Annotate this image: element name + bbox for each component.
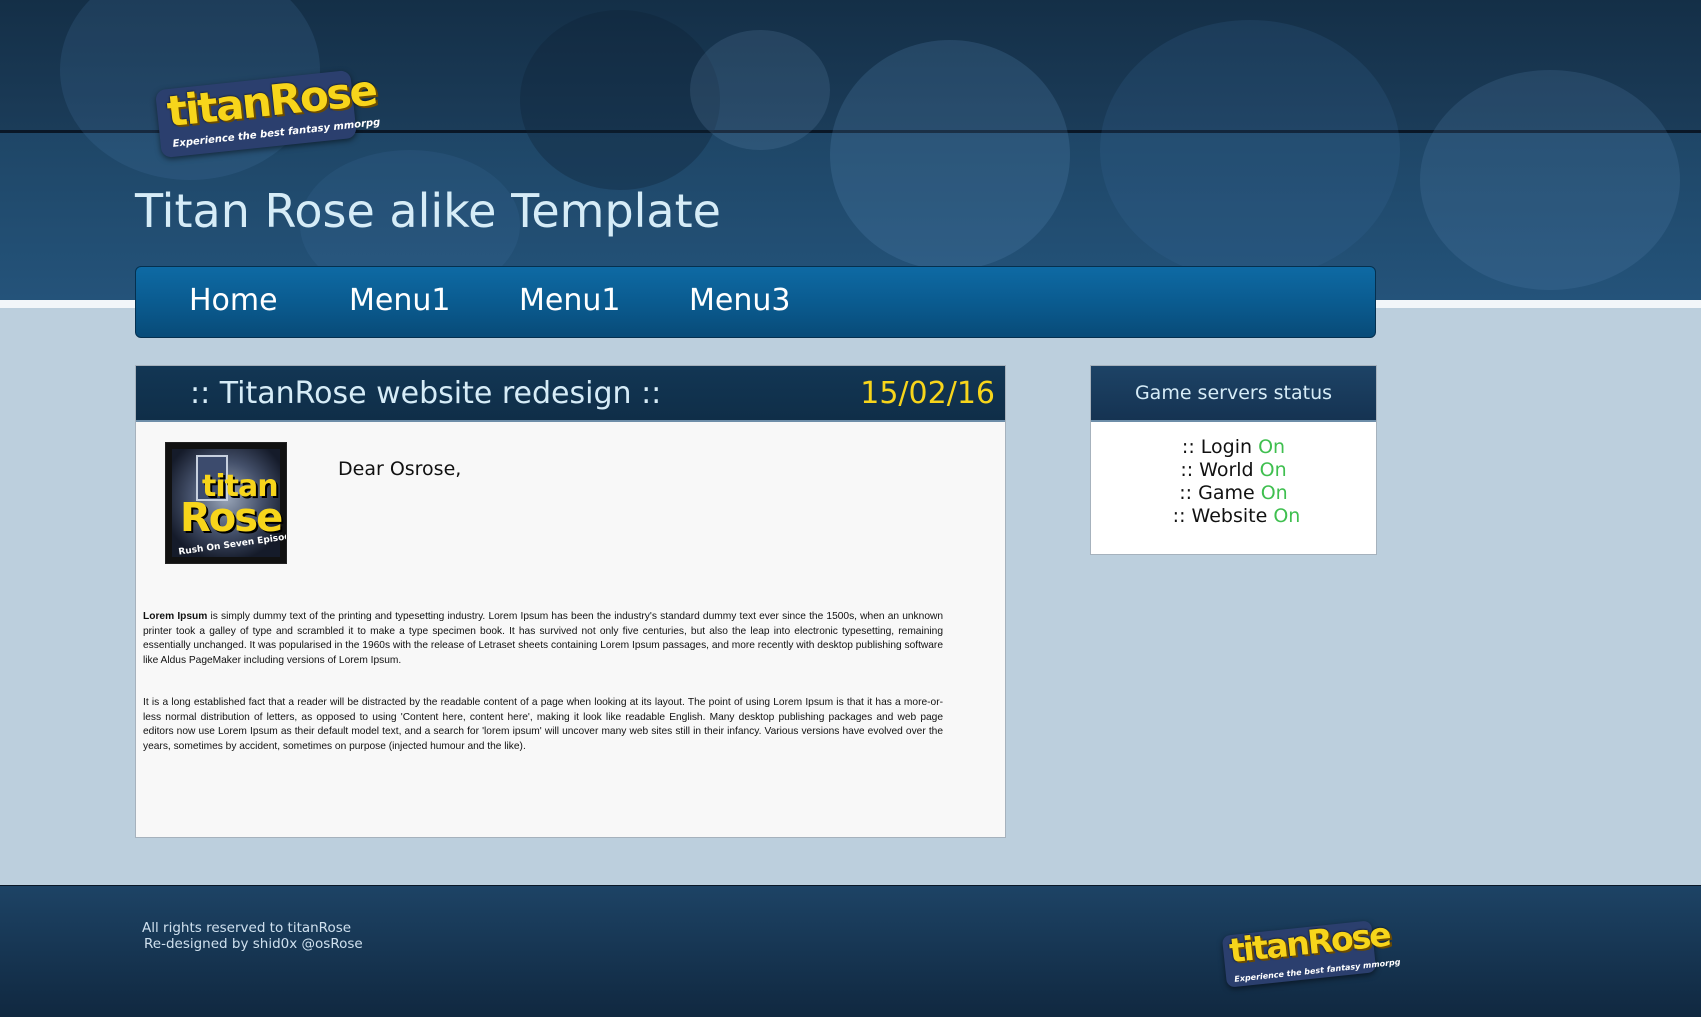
nav-item-menu3[interactable]: Menu3	[689, 283, 790, 318]
footer-copyright: All rights reserved to titanRose	[142, 920, 352, 936]
status-value: On	[1260, 482, 1288, 504]
status-row-game: :: Game On	[1091, 482, 1376, 505]
article-greeting: Dear Osrose,	[338, 458, 462, 480]
status-title: Game servers status	[1134, 382, 1333, 404]
thumbnail-word-bottom: Rose	[180, 495, 283, 541]
paragraph-lead: Lorem Ipsum	[143, 611, 208, 622]
status-value: On	[1259, 459, 1287, 481]
article-paragraph: It is a long established fact that a rea…	[143, 697, 943, 752]
site-title: Titan Rose alike Template	[135, 184, 721, 238]
article-paragraph: Lorem Ipsum is simply dummy text of the …	[143, 610, 943, 668]
main-navigation: Home Menu1 Menu1 Menu3	[135, 266, 1376, 338]
footer-credit: Re-designed by shid0x @osRose	[144, 936, 363, 952]
footer: All rights reserved to titanRose Re-desi…	[0, 885, 1701, 1017]
nav-item-home[interactable]: Home	[189, 283, 278, 318]
status-value: On	[1273, 505, 1301, 527]
status-row-website: :: Website On	[1091, 505, 1376, 528]
article-title[interactable]: :: TitanRose website redesign ::	[190, 376, 661, 411]
status-label: :: Login	[1181, 436, 1253, 458]
header-artwork	[830, 40, 1070, 270]
status-header: Game servers status	[1091, 366, 1376, 422]
status-label: :: Website	[1172, 505, 1268, 527]
status-label: :: World	[1180, 459, 1254, 481]
status-row-world: :: World On	[1091, 459, 1376, 482]
status-value: On	[1258, 436, 1286, 458]
header-artwork	[690, 30, 830, 150]
status-list: :: Login On :: World On :: Game On :: We…	[1091, 436, 1376, 528]
server-status-panel: Game servers status :: Login On :: World…	[1090, 365, 1377, 555]
nav-item-menu1-second[interactable]: Menu1	[519, 283, 620, 318]
header-artwork	[1420, 70, 1680, 290]
news-article: :: TitanRose website redesign :: 15/02/1…	[135, 365, 1006, 838]
footer-logo[interactable]: titanRose Experience the best fantasy mm…	[1221, 912, 1401, 993]
status-row-login: :: Login On	[1091, 436, 1376, 459]
article-date: 15/02/16	[860, 376, 995, 411]
status-label: :: Game	[1179, 482, 1255, 504]
article-thumbnail: titan Rose Rush On Seven Episodes	[165, 442, 287, 564]
header-artwork	[1100, 20, 1400, 280]
nav-item-menu1[interactable]: Menu1	[349, 283, 450, 318]
article-header: :: TitanRose website redesign :: 15/02/1…	[136, 366, 1005, 422]
paragraph-text: is simply dummy text of the printing and…	[143, 611, 944, 666]
